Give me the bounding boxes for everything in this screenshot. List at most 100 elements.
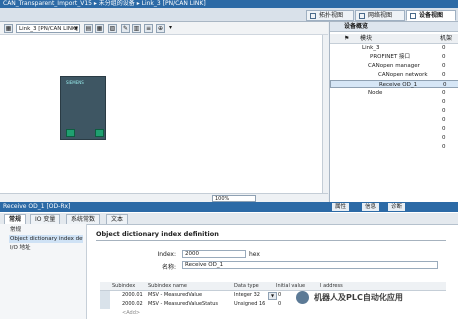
tab-topology-label: 拓扑视图: [319, 12, 344, 19]
overview-row-name: Node: [368, 90, 383, 96]
column-rack: 机架: [440, 35, 453, 42]
device-icon: [410, 13, 416, 19]
tab-properties[interactable]: 属性: [332, 203, 350, 211]
tab-device-view[interactable]: 设备视图: [406, 10, 456, 21]
data-type-cell[interactable]: Unsigned 16: [234, 300, 265, 309]
zoom-select[interactable]: 100%: [212, 195, 256, 202]
view-tabs: 拓扑视图 网络视图 设备视图: [0, 8, 458, 22]
row-handle[interactable]: [100, 291, 110, 300]
topology-icon: [310, 13, 316, 19]
tab-info[interactable]: 信息: [362, 203, 380, 211]
device-brand: SIEMENS: [66, 80, 84, 85]
overview-row[interactable]: CANopen manager 0: [330, 62, 458, 70]
overview-row-rack: 0: [442, 135, 446, 141]
section-divider: [96, 240, 446, 241]
network-icon: [359, 13, 365, 19]
pn-can-link-device[interactable]: SIEMENS: [60, 76, 106, 140]
overview-row-name: PROFINET 接口: [370, 54, 410, 60]
overview-row[interactable]: Node 0: [330, 89, 458, 97]
overview-row-name: Receive OD_1: [379, 82, 418, 88]
properties-icon[interactable]: ▤: [84, 24, 93, 33]
overview-header: ⚑ 模块 机架: [330, 34, 458, 44]
properties-title-text: Receive OD_1 [OD-Rx]: [3, 203, 71, 210]
overview-row-rack: 0: [442, 63, 446, 69]
data-type-cell[interactable]: Integer 32: [234, 291, 260, 300]
canvas-vertical-scrollbar[interactable]: [322, 35, 329, 193]
subindex-cell: 2000.01: [122, 292, 143, 298]
tab-diagnostics[interactable]: 诊断: [388, 203, 406, 211]
overview-row-rack: 0: [442, 144, 446, 150]
overview-row[interactable]: Link_3 0: [330, 44, 458, 52]
row-handle[interactable]: [100, 300, 110, 309]
subindex-cell: 2000.02: [122, 301, 143, 307]
overview-row[interactable]: PROFINET 接口 0: [330, 53, 458, 61]
index-field[interactable]: 2000: [182, 250, 246, 258]
initial-value-cell[interactable]: 0: [278, 291, 281, 300]
nav-od-index-definition[interactable]: Object dictionary index defi...: [9, 235, 83, 243]
subindex-name-cell[interactable]: MSV - MeasuredValue: [148, 291, 202, 300]
overview-row-rack: 0: [443, 82, 447, 88]
index-unit: hex: [249, 251, 260, 258]
subindex-name-cell[interactable]: MSV - MeasuredValueStatus: [148, 300, 218, 309]
overview-row[interactable]: 0: [330, 143, 458, 151]
overview-row-name: Link_3: [362, 45, 380, 51]
column-data-type: Data type: [234, 283, 259, 289]
window-title: CAN_Transparent_Import_V15 ▸ 未分组的设备 ▸ Li…: [0, 0, 458, 8]
overview-row-rack: 0: [442, 117, 446, 123]
tab-general[interactable]: 常规: [4, 214, 27, 224]
overview-row[interactable]: 0: [330, 107, 458, 115]
tab-system-constants[interactable]: 系统常数: [66, 214, 101, 224]
add-row-cell[interactable]: <Add>: [122, 309, 140, 318]
tab-texts[interactable]: 文本: [106, 214, 129, 224]
overview-row[interactable]: CANopen network 0: [330, 71, 458, 79]
tab-network-view[interactable]: 网络视图: [355, 10, 405, 21]
device-select[interactable]: Link_3 [PN/CAN LINK] ▼: [16, 24, 80, 33]
grid-icon[interactable]: ▦: [95, 24, 104, 33]
chevron-down-icon: ▼: [74, 26, 78, 32]
port-icon: [66, 129, 75, 137]
list-icon[interactable]: ≡: [144, 24, 153, 33]
port-icon: [95, 129, 104, 137]
overview-row[interactable]: 0: [330, 98, 458, 106]
section-title: Object dictionary index definition: [96, 230, 219, 238]
tab-network-label: 网络视图: [368, 12, 393, 19]
filter-icon[interactable]: ⚑: [344, 34, 349, 43]
device-overview-panel: 设备概览 ⚑ 模块 机架 Link_3 0 PROFINET 接口 0 CANo…: [329, 22, 458, 202]
overview-row-rack: 0: [442, 90, 446, 96]
column-subindex-name: Subindex name: [148, 283, 187, 289]
index-label: Index:: [157, 251, 176, 258]
overview-row-rack: 0: [442, 108, 446, 114]
overview-row-name: CANopen network: [378, 72, 428, 78]
overview-row[interactable]: 0: [330, 116, 458, 124]
name-field[interactable]: Receive OD_1: [182, 261, 438, 269]
overview-row[interactable]: 0: [330, 134, 458, 142]
overview-row[interactable]: 0: [330, 125, 458, 133]
overview-row-rack: 0: [442, 54, 446, 60]
image-icon[interactable]: ▨: [108, 24, 117, 33]
column-module: 模块: [360, 35, 373, 42]
table-row-add[interactable]: <Add>: [100, 309, 446, 318]
wechat-logo-icon: [296, 291, 309, 304]
zoom-in-icon[interactable]: ⊕: [156, 24, 165, 33]
device-canvas[interactable]: [0, 22, 328, 202]
overview-row-rack: 0: [442, 72, 446, 78]
properties-nav: 常规 Object dictionary index defi... I/O 地…: [0, 224, 87, 319]
edit-icon[interactable]: ✎: [121, 24, 130, 33]
overview-row-selected[interactable]: Receive OD_1 0: [330, 80, 458, 88]
tab-topology-view[interactable]: 拓扑视图: [306, 10, 354, 21]
chart-icon[interactable]: ▥: [132, 24, 141, 33]
tab-device-label: 设备视图: [419, 12, 444, 19]
device-icon[interactable]: ▦: [4, 24, 13, 33]
overview-row-rack: 0: [442, 45, 446, 51]
overview-row-rack: 0: [442, 126, 446, 132]
tab-io-tags[interactable]: IO 变量: [30, 214, 61, 224]
chevron-down-icon[interactable]: ▼: [268, 292, 277, 300]
chevron-down-icon[interactable]: ▾: [166, 24, 175, 33]
nav-io-address[interactable]: I/O 地址: [10, 244, 31, 252]
name-label: 名称:: [161, 264, 176, 271]
device-select-value: Link_3 [PN/CAN LINK]: [19, 26, 78, 32]
canvas-horizontal-scrollbar[interactable]: 100%: [0, 193, 328, 202]
initial-value-cell[interactable]: 0: [278, 300, 281, 309]
column-subindex: Subindex: [112, 283, 136, 289]
nav-general[interactable]: 常规: [10, 226, 21, 234]
